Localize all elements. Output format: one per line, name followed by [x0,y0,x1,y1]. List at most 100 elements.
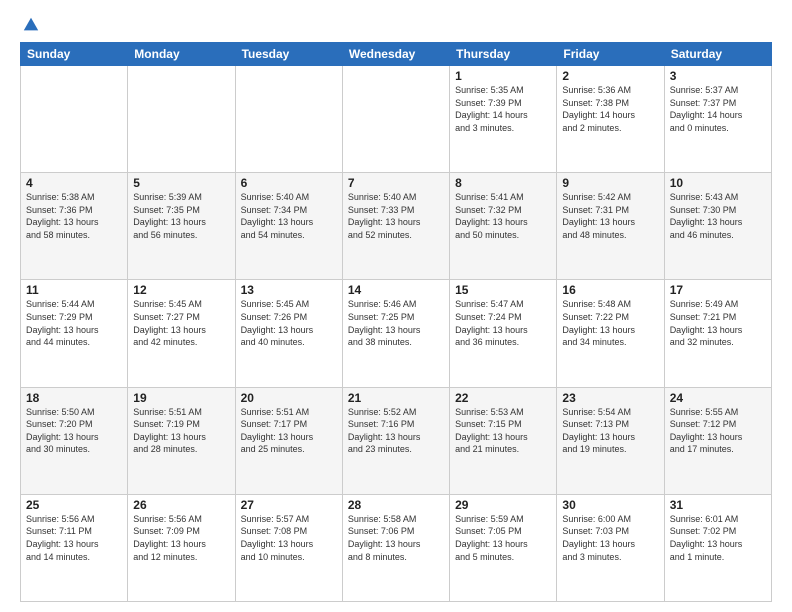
calendar-cell: 26Sunrise: 5:56 AM Sunset: 7:09 PM Dayli… [128,494,235,601]
calendar-cell: 22Sunrise: 5:53 AM Sunset: 7:15 PM Dayli… [450,387,557,494]
logo-icon [22,16,40,34]
day-info: Sunrise: 5:58 AM Sunset: 7:06 PM Dayligh… [348,513,444,563]
calendar-cell: 3Sunrise: 5:37 AM Sunset: 7:37 PM Daylig… [664,66,771,173]
day-number: 22 [455,391,551,405]
day-number: 6 [241,176,337,190]
calendar-cell [128,66,235,173]
day-info: Sunrise: 5:40 AM Sunset: 7:33 PM Dayligh… [348,191,444,241]
week-row-3: 11Sunrise: 5:44 AM Sunset: 7:29 PM Dayli… [21,280,772,387]
calendar-cell: 16Sunrise: 5:48 AM Sunset: 7:22 PM Dayli… [557,280,664,387]
day-number: 25 [26,498,122,512]
weekday-header-thursday: Thursday [450,43,557,66]
week-row-5: 25Sunrise: 5:56 AM Sunset: 7:11 PM Dayli… [21,494,772,601]
day-info: Sunrise: 6:00 AM Sunset: 7:03 PM Dayligh… [562,513,658,563]
day-info: Sunrise: 5:45 AM Sunset: 7:27 PM Dayligh… [133,298,229,348]
day-number: 4 [26,176,122,190]
day-info: Sunrise: 5:51 AM Sunset: 7:19 PM Dayligh… [133,406,229,456]
calendar-cell: 14Sunrise: 5:46 AM Sunset: 7:25 PM Dayli… [342,280,449,387]
day-info: Sunrise: 5:36 AM Sunset: 7:38 PM Dayligh… [562,84,658,134]
day-info: Sunrise: 5:46 AM Sunset: 7:25 PM Dayligh… [348,298,444,348]
day-number: 12 [133,283,229,297]
calendar-cell: 27Sunrise: 5:57 AM Sunset: 7:08 PM Dayli… [235,494,342,601]
day-number: 18 [26,391,122,405]
day-number: 10 [670,176,766,190]
day-info: Sunrise: 5:44 AM Sunset: 7:29 PM Dayligh… [26,298,122,348]
header-row: SundayMondayTuesdayWednesdayThursdayFrid… [21,43,772,66]
calendar-cell [235,66,342,173]
calendar-cell: 1Sunrise: 5:35 AM Sunset: 7:39 PM Daylig… [450,66,557,173]
calendar-cell: 24Sunrise: 5:55 AM Sunset: 7:12 PM Dayli… [664,387,771,494]
day-number: 16 [562,283,658,297]
calendar-cell: 21Sunrise: 5:52 AM Sunset: 7:16 PM Dayli… [342,387,449,494]
week-row-2: 4Sunrise: 5:38 AM Sunset: 7:36 PM Daylig… [21,173,772,280]
day-number: 28 [348,498,444,512]
day-info: Sunrise: 5:45 AM Sunset: 7:26 PM Dayligh… [241,298,337,348]
weekday-header-wednesday: Wednesday [342,43,449,66]
calendar-cell: 28Sunrise: 5:58 AM Sunset: 7:06 PM Dayli… [342,494,449,601]
day-info: Sunrise: 5:54 AM Sunset: 7:13 PM Dayligh… [562,406,658,456]
day-number: 1 [455,69,551,83]
day-info: Sunrise: 5:38 AM Sunset: 7:36 PM Dayligh… [26,191,122,241]
day-number: 21 [348,391,444,405]
day-number: 9 [562,176,658,190]
day-info: Sunrise: 5:39 AM Sunset: 7:35 PM Dayligh… [133,191,229,241]
calendar-cell: 20Sunrise: 5:51 AM Sunset: 7:17 PM Dayli… [235,387,342,494]
calendar-cell: 6Sunrise: 5:40 AM Sunset: 7:34 PM Daylig… [235,173,342,280]
day-number: 24 [670,391,766,405]
day-number: 20 [241,391,337,405]
day-info: Sunrise: 5:53 AM Sunset: 7:15 PM Dayligh… [455,406,551,456]
calendar-cell: 9Sunrise: 5:42 AM Sunset: 7:31 PM Daylig… [557,173,664,280]
day-number: 17 [670,283,766,297]
weekday-header-friday: Friday [557,43,664,66]
calendar-cell: 2Sunrise: 5:36 AM Sunset: 7:38 PM Daylig… [557,66,664,173]
day-number: 3 [670,69,766,83]
day-info: Sunrise: 5:51 AM Sunset: 7:17 PM Dayligh… [241,406,337,456]
day-number: 7 [348,176,444,190]
calendar-cell: 31Sunrise: 6:01 AM Sunset: 7:02 PM Dayli… [664,494,771,601]
calendar-cell: 10Sunrise: 5:43 AM Sunset: 7:30 PM Dayli… [664,173,771,280]
calendar-cell: 23Sunrise: 5:54 AM Sunset: 7:13 PM Dayli… [557,387,664,494]
day-info: Sunrise: 5:37 AM Sunset: 7:37 PM Dayligh… [670,84,766,134]
calendar-cell: 19Sunrise: 5:51 AM Sunset: 7:19 PM Dayli… [128,387,235,494]
calendar-table: SundayMondayTuesdayWednesdayThursdayFrid… [20,42,772,602]
day-number: 8 [455,176,551,190]
calendar-cell: 7Sunrise: 5:40 AM Sunset: 7:33 PM Daylig… [342,173,449,280]
day-number: 13 [241,283,337,297]
day-info: Sunrise: 5:56 AM Sunset: 7:09 PM Dayligh… [133,513,229,563]
header [20,16,772,34]
day-number: 15 [455,283,551,297]
calendar-cell: 8Sunrise: 5:41 AM Sunset: 7:32 PM Daylig… [450,173,557,280]
page: SundayMondayTuesdayWednesdayThursdayFrid… [0,0,792,612]
weekday-header-sunday: Sunday [21,43,128,66]
day-info: Sunrise: 5:50 AM Sunset: 7:20 PM Dayligh… [26,406,122,456]
day-number: 2 [562,69,658,83]
weekday-header-tuesday: Tuesday [235,43,342,66]
calendar-cell: 30Sunrise: 6:00 AM Sunset: 7:03 PM Dayli… [557,494,664,601]
day-info: Sunrise: 5:47 AM Sunset: 7:24 PM Dayligh… [455,298,551,348]
day-info: Sunrise: 5:56 AM Sunset: 7:11 PM Dayligh… [26,513,122,563]
day-info: Sunrise: 5:41 AM Sunset: 7:32 PM Dayligh… [455,191,551,241]
day-info: Sunrise: 5:49 AM Sunset: 7:21 PM Dayligh… [670,298,766,348]
day-number: 27 [241,498,337,512]
calendar-cell: 4Sunrise: 5:38 AM Sunset: 7:36 PM Daylig… [21,173,128,280]
day-info: Sunrise: 5:42 AM Sunset: 7:31 PM Dayligh… [562,191,658,241]
day-number: 30 [562,498,658,512]
weekday-header-monday: Monday [128,43,235,66]
calendar-cell [342,66,449,173]
day-number: 14 [348,283,444,297]
calendar-cell: 13Sunrise: 5:45 AM Sunset: 7:26 PM Dayli… [235,280,342,387]
calendar-cell: 29Sunrise: 5:59 AM Sunset: 7:05 PM Dayli… [450,494,557,601]
calendar-cell: 17Sunrise: 5:49 AM Sunset: 7:21 PM Dayli… [664,280,771,387]
day-info: Sunrise: 5:35 AM Sunset: 7:39 PM Dayligh… [455,84,551,134]
calendar-cell: 11Sunrise: 5:44 AM Sunset: 7:29 PM Dayli… [21,280,128,387]
calendar-cell: 25Sunrise: 5:56 AM Sunset: 7:11 PM Dayli… [21,494,128,601]
weekday-header-saturday: Saturday [664,43,771,66]
day-info: Sunrise: 5:48 AM Sunset: 7:22 PM Dayligh… [562,298,658,348]
day-info: Sunrise: 5:59 AM Sunset: 7:05 PM Dayligh… [455,513,551,563]
day-number: 5 [133,176,229,190]
day-info: Sunrise: 5:40 AM Sunset: 7:34 PM Dayligh… [241,191,337,241]
week-row-1: 1Sunrise: 5:35 AM Sunset: 7:39 PM Daylig… [21,66,772,173]
day-number: 26 [133,498,229,512]
calendar-cell: 5Sunrise: 5:39 AM Sunset: 7:35 PM Daylig… [128,173,235,280]
calendar-cell: 18Sunrise: 5:50 AM Sunset: 7:20 PM Dayli… [21,387,128,494]
